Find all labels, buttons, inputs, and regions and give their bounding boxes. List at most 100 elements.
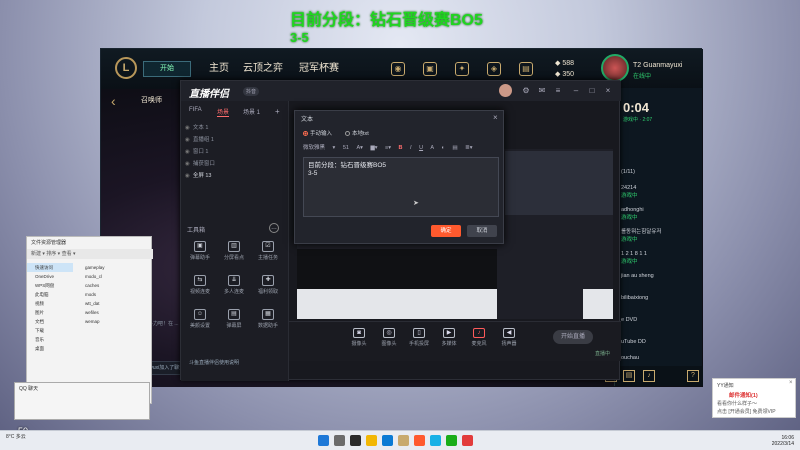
friend-row[interactable]: bilibaixiong — [621, 294, 699, 302]
tool-multi-link[interactable]: ⇊ 多人连麦 — [219, 275, 249, 295]
friend-row[interactable]: adhonghi 游戏中 — [621, 206, 699, 222]
eye-icon[interactable]: ◉ — [185, 173, 190, 179]
tool-video-link[interactable]: ⇆ 视频连麦 — [185, 275, 215, 295]
menu-icon[interactable]: ≡ — [553, 86, 563, 96]
size-select[interactable]: 51 — [343, 145, 349, 151]
explorer-icon[interactable] — [366, 435, 377, 446]
help-link[interactable]: 斗鱼直播伴侣使用说明 — [189, 359, 239, 366]
text-color-icon[interactable]: A▾ — [357, 145, 363, 151]
eye-icon[interactable]: ◉ — [185, 137, 190, 143]
tab-scene[interactable]: 场景 — [217, 107, 230, 117]
eye-icon[interactable]: ◉ — [185, 125, 190, 131]
friend-row[interactable]: jian au sheng — [621, 272, 699, 280]
close-icon[interactable]: × — [603, 86, 613, 96]
microphone-button[interactable]: ♪ 麦克风 — [465, 328, 493, 347]
source-item[interactable]: ◉ 窗口 1 — [185, 147, 285, 158]
search-icon[interactable] — [334, 435, 345, 446]
camera-button[interactable]: ◙ 摄像头 — [345, 328, 373, 347]
nav-clash[interactable]: 冠军杯赛 — [299, 61, 339, 77]
list-item[interactable]: wemap — [77, 317, 151, 326]
media-button[interactable]: ▶ 多媒体 — [435, 328, 463, 347]
sidebar-item-desktop[interactable]: 桌面 — [27, 344, 73, 353]
cancel-button[interactable]: 取消 — [467, 225, 497, 237]
friend-row[interactable]: e DVD — [621, 316, 699, 324]
friend-row[interactable]: ouchau — [621, 354, 699, 362]
friend-row[interactable]: 24214 游戏中 — [621, 184, 699, 200]
shadow-icon[interactable]: ◐ — [442, 145, 445, 151]
image-button[interactable]: ◎ 图像头 — [375, 328, 403, 347]
scroll-icon[interactable]: ▤ — [452, 145, 457, 151]
ok-button[interactable]: 确定 — [431, 225, 461, 237]
list-item[interactable]: wefiles — [77, 308, 151, 317]
tool-tasks[interactable]: ☑ 主播任务 — [253, 241, 283, 261]
eye-icon[interactable]: ◉ — [185, 161, 190, 167]
source-item[interactable]: ◉ 全屏 13 — [185, 171, 285, 182]
tool-rewards[interactable]: ✚ 福利领取 — [253, 275, 283, 295]
phone-cast-button[interactable]: ▯ 手机投屏 — [405, 328, 433, 347]
sidebar-item-onedrive[interactable]: OneDrive — [27, 272, 73, 281]
mic-icon[interactable]: ♪ — [643, 370, 655, 382]
eye-icon[interactable]: ◉ — [185, 149, 190, 155]
list-item[interactable]: caches — [77, 281, 151, 290]
gear-icon[interactable]: ⚙ — [521, 86, 531, 96]
yy-icon[interactable] — [462, 435, 473, 446]
task-view-icon[interactable] — [350, 435, 361, 446]
sidebar-item-quick-access[interactable]: 快速访问 — [27, 263, 73, 272]
stroke-icon[interactable]: A — [430, 145, 434, 151]
bold-icon[interactable]: B — [399, 145, 403, 151]
sidebar-item-this-pc[interactable]: 此电脑 — [27, 290, 73, 299]
close-icon[interactable]: × — [789, 380, 793, 386]
user-avatar[interactable] — [499, 84, 512, 97]
list-item[interactable]: wtt_dat — [77, 299, 151, 308]
list-item[interactable]: modo_cl — [77, 272, 151, 281]
edge-icon[interactable] — [382, 435, 393, 446]
list-item[interactable]: gameplay — [77, 263, 151, 272]
sidebar-item-music[interactable]: 音乐 — [27, 335, 73, 344]
close-icon[interactable]: × — [493, 113, 498, 122]
collection-icon[interactable]: ▣ — [423, 62, 437, 76]
source-item[interactable]: ◉ 直播组 1 — [185, 135, 285, 146]
background-color-icon[interactable]: ▆▾ — [370, 145, 377, 151]
tab-fifa[interactable]: FIFA — [189, 107, 202, 113]
tool-barrage[interactable]: ▣ 弹幕助手 — [185, 241, 215, 261]
app-version-badge[interactable]: 抖音 — [243, 87, 260, 96]
notifications-icon[interactable]: ▤ — [623, 370, 635, 382]
friend-row[interactable]: 1 2 1 8 1 1 游戏中 — [621, 250, 699, 266]
league-logo-icon[interactable]: L — [115, 57, 137, 79]
source-item[interactable]: ◉ 文本 1 — [185, 123, 285, 134]
sidebar-item-downloads[interactable]: 下载 — [27, 326, 73, 335]
play-button[interactable]: 开始 — [143, 61, 191, 77]
summoner-avatar[interactable] — [601, 54, 629, 82]
profile-icon[interactable]: ◉ — [391, 62, 405, 76]
mode-manual-radio[interactable]: 手动输入 — [303, 129, 332, 137]
tool-beauty[interactable]: ☺ 美颜设置 — [185, 309, 215, 329]
speaker-button[interactable]: ◀ 扬声器 — [495, 328, 523, 347]
italic-icon[interactable]: I — [410, 145, 412, 151]
tool-split[interactable]: ▥ 分屏看点 — [219, 241, 249, 261]
back-arrow-icon[interactable]: ‹ — [111, 93, 116, 109]
summoner-status[interactable]: 在线中 — [633, 71, 651, 80]
minimize-icon[interactable]: – — [571, 86, 581, 96]
start-icon[interactable] — [318, 435, 329, 446]
stream-app-icon[interactable] — [414, 435, 425, 446]
qq-icon[interactable] — [430, 435, 441, 446]
wechat-icon[interactable] — [446, 435, 457, 446]
sidebar-item-documents[interactable]: 文档 — [27, 317, 73, 326]
text-content-input[interactable]: 目前分段：钻石晋级赛BO5 3-5 — [303, 157, 499, 217]
font-select[interactable]: 微软雅黑 — [303, 145, 325, 151]
mail-icon[interactable]: ✉ — [537, 86, 547, 96]
more-icon[interactable]: … — [269, 223, 279, 233]
loot-icon[interactable]: ✦ — [455, 62, 469, 76]
tool-data[interactable]: ▦ 数据助手 — [253, 309, 283, 329]
shop-icon[interactable]: ▤ — [519, 62, 533, 76]
nav-tft[interactable]: 云顶之弈 — [243, 61, 283, 77]
list-item[interactable]: mods — [77, 290, 151, 299]
notification-cta[interactable]: 点击 [开通会员] 免费领VIP — [717, 408, 776, 415]
sidebar-item-videos[interactable]: 视频 — [27, 299, 73, 308]
add-scene-icon[interactable]: + — [275, 107, 280, 116]
friend-row[interactable]: 롤동뭐는힘달유저 游戏中 — [621, 228, 699, 244]
clock[interactable]: 16:06 2022/3/14 — [758, 435, 794, 447]
spacing-icon[interactable]: ≣▾ — [465, 145, 472, 151]
sidebar-item-pictures[interactable]: 图片 — [27, 308, 73, 317]
toast-notification[interactable]: YY通知 × 邮件通知(1) 看看你什么样子～ 点击 [开通会员] 免费领VIP — [712, 378, 796, 418]
